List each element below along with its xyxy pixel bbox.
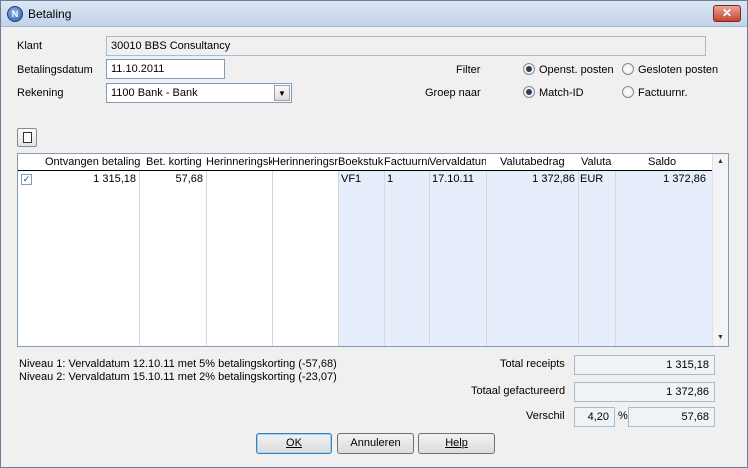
ok-button-label: OK: [286, 437, 302, 449]
col-header-korting[interactable]: Bet. korting: [146, 154, 206, 171]
totaal-gefactureerd-field: 1 372,86: [574, 382, 715, 402]
help-button-label: Help: [445, 437, 468, 449]
cell-boekstuk: VF1: [341, 173, 362, 185]
cell-factuurnr: 1: [387, 173, 394, 185]
close-button[interactable]: ✕: [713, 5, 741, 22]
betaling-dialog: N Betaling ✕ Klant 30010 BBS Consultancy…: [0, 0, 748, 468]
radio-unchecked-icon: [622, 63, 634, 76]
radio-checked-icon: [523, 63, 535, 76]
grid-scrollbar[interactable]: ▲ ▼: [712, 154, 728, 346]
document-icon: [23, 132, 32, 143]
col-divider: [486, 171, 487, 346]
totaal-gefactureerd-label: Totaal gefactureerd: [471, 385, 566, 397]
col-divider: [338, 171, 339, 346]
annuleren-button[interactable]: Annuleren: [337, 433, 414, 454]
cell-vervaldatum: 17.10.11: [432, 173, 475, 185]
readonly-columns-bg: [338, 171, 713, 346]
betalingsdatum-field[interactable]: 11.10.2011: [106, 59, 225, 79]
verschil-label: Verschil: [526, 410, 565, 422]
col-divider: [578, 171, 579, 346]
verschil-percent-field: 4,20: [574, 407, 615, 427]
annuleren-button-label: Annuleren: [350, 437, 401, 449]
payment-grid[interactable]: Ontvangen betaling Bet. korting Herinner…: [17, 153, 729, 347]
rekening-label: Rekening: [17, 87, 64, 99]
groep-matchid-radio[interactable]: Match-ID: [523, 86, 584, 99]
niveau-2-text: Niveau 2: Vervaldatum 15.10.11 met 2% be…: [19, 371, 337, 383]
col-header-vervaldatum[interactable]: Vervaldatun: [429, 154, 486, 171]
percent-sign: %: [618, 410, 628, 422]
niveau-1-text: Niveau 1: Vervaldatum 12.10.11 met 5% be…: [19, 358, 337, 370]
scroll-up-icon[interactable]: ▲: [713, 154, 728, 170]
cell-saldo: 1 372,86: [663, 173, 706, 185]
cell-valuta: EUR: [580, 173, 604, 185]
klant-field[interactable]: 30010 BBS Consultancy: [106, 36, 706, 56]
col-header-boekstuk[interactable]: Boekstuk: [338, 154, 384, 171]
betalingsdatum-label: Betalingsdatum: [17, 64, 93, 76]
ok-button[interactable]: OK: [256, 433, 332, 454]
cell-ontvangen[interactable]: 1 315,18: [40, 173, 136, 185]
groep-matchid-label: Match-ID: [539, 87, 584, 99]
groep-naar-label: Groep naar: [425, 87, 481, 99]
chevron-down-icon[interactable]: ▼: [274, 85, 290, 101]
col-divider: [615, 171, 616, 346]
col-divider: [384, 171, 385, 346]
title-bar: N Betaling ✕: [1, 1, 747, 27]
groep-factuurnr-radio[interactable]: Factuurnr.: [622, 86, 688, 99]
verschil-amount-field: 57,68: [628, 407, 715, 427]
col-divider: [272, 171, 273, 346]
row-checkbox[interactable]: ✓: [21, 174, 32, 185]
groep-factuurnr-label: Factuurnr.: [638, 87, 688, 99]
total-receipts-label: Total receipts: [500, 358, 565, 370]
grid-header: Ontvangen betaling Bet. korting Herinner…: [18, 154, 713, 171]
col-header-valuta[interactable]: Valuta: [581, 154, 615, 171]
col-divider: [206, 171, 207, 346]
scroll-down-icon[interactable]: ▼: [713, 330, 728, 346]
cell-valutabedrag: 1 372,86: [532, 173, 575, 185]
new-document-button[interactable]: [17, 128, 37, 147]
filter-openst-radio[interactable]: Openst. posten: [523, 63, 614, 76]
help-button[interactable]: Help: [418, 433, 495, 454]
app-icon: N: [7, 6, 23, 22]
col-header-ontvangen[interactable]: Ontvangen betaling: [45, 154, 140, 171]
col-divider: [429, 171, 430, 346]
filter-gesloten-label: Gesloten posten: [638, 64, 719, 76]
filter-gesloten-radio[interactable]: Gesloten posten: [622, 63, 719, 76]
col-divider: [139, 171, 140, 346]
filter-label: Filter: [456, 64, 481, 76]
cell-korting[interactable]: 57,68: [140, 173, 203, 185]
window-title: Betaling: [28, 7, 72, 21]
col-header-valutabedrag[interactable]: Valutabedrag: [500, 154, 578, 171]
col-header-saldo[interactable]: Saldo: [648, 154, 708, 171]
col-header-herinneringsk[interactable]: Herinneringsk: [206, 154, 272, 171]
filter-openst-label: Openst. posten: [539, 64, 614, 76]
rekening-value: 1100 Bank - Bank: [111, 87, 198, 99]
klant-label: Klant: [17, 40, 43, 52]
col-header-herinneringsre[interactable]: Herinneringsre: [272, 154, 338, 171]
radio-checked-icon: [523, 86, 535, 99]
rekening-select[interactable]: 1100 Bank - Bank ▼: [106, 83, 292, 103]
total-receipts-field: 1 315,18: [574, 355, 715, 375]
col-header-factuurnr[interactable]: Factuurnr: [384, 154, 429, 171]
radio-unchecked-icon: [622, 86, 634, 99]
